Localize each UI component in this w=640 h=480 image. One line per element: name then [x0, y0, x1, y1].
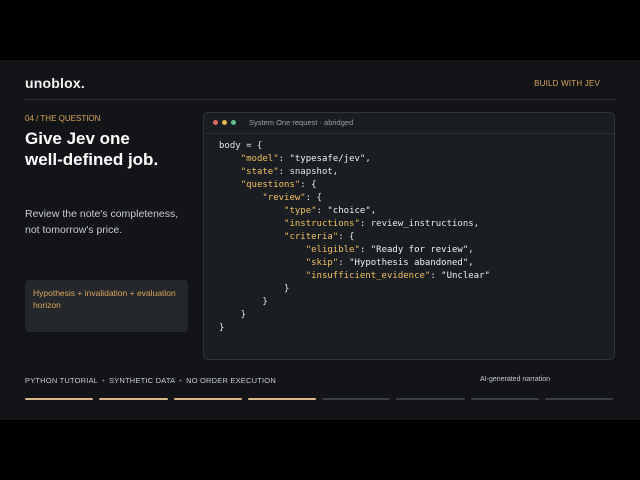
body-text: Review the note's completeness, not tomo… — [25, 206, 195, 238]
code-token: : — [316, 206, 328, 216]
body-line: not tomorrow's price. — [25, 224, 123, 236]
code-token: : { — [305, 193, 322, 203]
code-token: "state" — [240, 167, 279, 177]
code-token: "typesafe/jev" — [289, 154, 366, 164]
code-token: "choice" — [327, 206, 371, 216]
code-token: } — [219, 323, 225, 333]
progress-segment — [25, 398, 94, 400]
code-block: body = { "model": "typesafe/jev", "state… — [219, 140, 490, 335]
separator: • — [102, 376, 105, 385]
code-token: } — [219, 284, 290, 294]
code-token: "model" — [240, 154, 279, 164]
code-token: : { — [338, 232, 355, 242]
code-token: , — [468, 258, 474, 268]
code-token: "skip" — [305, 258, 339, 268]
progress-segment — [322, 398, 391, 400]
code-line: } — [219, 284, 289, 294]
code-token: : review_instructions, — [359, 219, 480, 229]
code-window: System One request · abridged body = { "… — [203, 112, 615, 360]
code-token: "Unclear" — [441, 271, 490, 281]
code-token: "type" — [284, 206, 317, 216]
code-token: } — [219, 310, 247, 320]
close-dot-icon — [213, 120, 218, 125]
code-line: "criteria": { — [219, 232, 354, 242]
progress-bar — [25, 398, 613, 400]
section-label: 04 / THE QUESTION — [25, 114, 101, 123]
code-token: "criteria" — [284, 232, 339, 242]
code-line: "model": "typesafe/jev", — [219, 154, 371, 164]
code-token: body = { — [219, 141, 263, 151]
page-title: Give Jev one well-defined job. — [25, 128, 195, 170]
progress-segment — [173, 398, 242, 400]
callout-box: Hypothesis + invalidation + evaluation h… — [25, 280, 188, 332]
footer-tags: PYTHON TUTORIAL • SYNTHETIC DATA • NO ORDER … — [25, 376, 276, 385]
code-token: "questions" — [240, 180, 301, 190]
code-token: : — [338, 258, 350, 268]
code-token: : — [359, 245, 371, 255]
code-line: "insufficient_evidence": "Unclear" — [219, 271, 490, 281]
code-line: "state": snapshot, — [219, 167, 339, 177]
code-token: , — [370, 206, 377, 216]
code-line: "eligible": "Ready for review", — [219, 245, 474, 255]
code-token: : — [278, 154, 290, 164]
code-line: } — [219, 323, 224, 333]
code-token: "Hypothesis abandoned" — [349, 258, 469, 268]
code-token: : snapshot, — [278, 167, 339, 177]
code-line: "skip": "Hypothesis abandoned", — [219, 258, 474, 268]
code-token: , — [468, 245, 474, 255]
code-line: "type": "choice", — [219, 206, 376, 216]
brand-logo: unoblox. — [25, 75, 85, 91]
code-token: "insufficient_evidence" — [305, 271, 431, 281]
progress-segment — [544, 398, 613, 400]
code-token: : { — [300, 180, 317, 190]
code-token: , — [365, 154, 371, 164]
code-line: } — [219, 310, 246, 320]
code-line: "questions": { — [219, 180, 317, 190]
code-token: "review" — [262, 193, 306, 203]
footer-tag: NO ORDER EXECUTION — [186, 376, 276, 385]
progress-segment — [99, 398, 168, 400]
code-line: body = { — [219, 141, 262, 151]
maximize-dot-icon — [231, 120, 236, 125]
progress-segment — [247, 398, 316, 400]
header-divider — [25, 99, 615, 100]
code-line: "review": { — [219, 193, 322, 203]
code-window-titlebar: System One request · abridged — [204, 113, 614, 134]
narration-note: AI-generated narration — [480, 376, 551, 383]
code-token: "Ready for review" — [370, 245, 469, 255]
separator: • — [179, 376, 183, 385]
minimize-dot-icon — [222, 120, 227, 125]
title-line: well-defined job. — [25, 150, 159, 169]
title-line: Give Jev one — [25, 129, 130, 148]
progress-segment — [470, 398, 539, 400]
progress-segment — [396, 398, 465, 400]
body-line: Review the note's completeness, — [25, 208, 179, 220]
code-line: "instructions": review_instructions, — [219, 219, 479, 229]
footer-tag: SYNTHETIC DATA — [108, 376, 176, 385]
code-token: : — [430, 271, 442, 281]
code-token: } — [219, 297, 268, 307]
slide: unoblox. BUILD WITH JEV 04 / THE QUESTIO… — [0, 60, 640, 420]
code-token: "eligible" — [305, 245, 360, 255]
footer-tag: PYTHON TUTORIAL — [25, 376, 99, 385]
tag-label: BUILD WITH JEV — [534, 79, 600, 88]
code-token: "instructions" — [284, 219, 360, 229]
code-line: } — [219, 297, 268, 307]
code-window-title: System One request · abridged — [249, 118, 354, 127]
